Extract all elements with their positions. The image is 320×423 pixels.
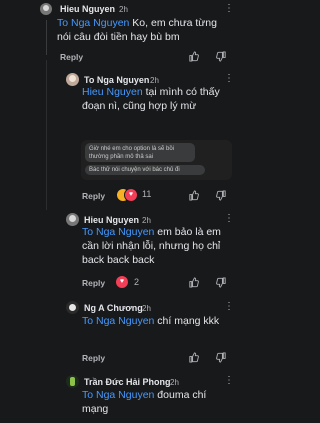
embed-line-3: Bác thử nói chuyện với bác chủ đi	[89, 167, 180, 173]
reaction-summary[interactable]: ♥ 11	[116, 188, 156, 202]
comment-5: Trần Đức Hải Phong 2h ⋮ To Nga Nguyen đo…	[0, 372, 240, 423]
embed-line-2: thường phần mô thả sai	[89, 154, 153, 160]
comment-text: chí mạng kkk	[154, 315, 220, 327]
reaction-count: 11	[142, 189, 152, 199]
like-icon[interactable]	[188, 352, 199, 363]
comment-4: Ng A Chương 2h ⋮ To Nga Nguyen chí mạng …	[0, 298, 240, 368]
embed-message-bubble: Giờ nhé em cho option là sẽ bồi thường p…	[85, 143, 195, 162]
comment-author[interactable]: To Nga Nguyen	[84, 75, 149, 85]
comment-1: Hieu Nguyen 2h ⋮ To Nga Nguyen Ko, em ch…	[0, 0, 240, 70]
dislike-icon[interactable]	[216, 190, 227, 201]
comment-author[interactable]: Trần Đức Hải Phong	[84, 377, 171, 387]
reaction-summary[interactable]: ♥ 2	[116, 276, 156, 290]
avatar[interactable]	[40, 3, 52, 15]
comment-3: Hieu Nguyen 2h ⋮ To Nga Nguyen em bảo là…	[0, 210, 240, 295]
more-options-icon[interactable]: ⋮	[224, 213, 234, 224]
avatar[interactable]	[66, 301, 79, 314]
mention-link[interactable]: Hieu Nguyen	[82, 86, 143, 98]
more-options-icon[interactable]: ⋮	[224, 375, 234, 386]
reply-button[interactable]: Reply	[60, 52, 83, 62]
dislike-icon[interactable]	[216, 277, 227, 288]
avatar[interactable]	[66, 73, 79, 86]
like-icon[interactable]	[188, 277, 199, 288]
like-icon[interactable]	[188, 190, 199, 201]
comment-bubble: To Nga Nguyen Ko, em chưa từng nói câu đ…	[57, 12, 232, 46]
avatar[interactable]	[66, 375, 79, 388]
comment-time[interactable]: 2h	[150, 76, 159, 85]
like-icon[interactable]	[188, 51, 199, 62]
comment-time[interactable]: 2h	[170, 378, 179, 387]
comment-author[interactable]: Ng A Chương	[84, 303, 143, 313]
dislike-icon[interactable]	[216, 352, 227, 363]
comment-body: To Nga Nguyen chí mạng kkk	[82, 314, 227, 328]
embed-line-1: Giờ nhé em cho option là sẽ bồi	[89, 146, 174, 152]
comment-time[interactable]: 2h	[142, 216, 151, 225]
mention-link[interactable]: To Nga Nguyen	[82, 226, 154, 238]
attached-image[interactable]: Giờ nhé em cho option là sẽ bồi thường p…	[81, 140, 232, 180]
reply-button[interactable]: Reply	[82, 191, 105, 201]
comment-body: To Nga Nguyen em bảo là em cần lời nhận …	[82, 225, 232, 267]
reaction-count: 2	[134, 277, 140, 287]
reply-button[interactable]: Reply	[82, 278, 105, 288]
mention-link[interactable]: To Nga Nguyen	[57, 17, 129, 29]
heart-reaction-icon: ♥	[116, 276, 128, 288]
comment-body: Hieu Nguyen tại mình có thấy đoạn nì, cũ…	[82, 85, 227, 113]
reply-button[interactable]: Reply	[82, 353, 105, 363]
comment-time[interactable]: 2h	[142, 304, 151, 313]
heart-reaction-icon: ♥	[124, 188, 138, 202]
more-options-icon[interactable]: ⋮	[224, 301, 234, 312]
mention-link[interactable]: To Nga Nguyen	[82, 389, 154, 401]
avatar[interactable]	[66, 213, 79, 226]
comment-2: To Nga Nguyen 2h ⋮ Hieu Nguyen tại mình …	[0, 70, 240, 205]
embed-message-bubble: Bác thử nói chuyện với bác chủ đi	[85, 165, 205, 175]
mention-link[interactable]: To Nga Nguyen	[82, 315, 154, 327]
comment-author[interactable]: Hieu Nguyen	[84, 215, 139, 225]
comment-body: To Nga Nguyen đouma chí mạng	[82, 388, 227, 416]
dislike-icon[interactable]	[216, 51, 227, 62]
more-options-icon[interactable]: ⋮	[224, 73, 234, 84]
